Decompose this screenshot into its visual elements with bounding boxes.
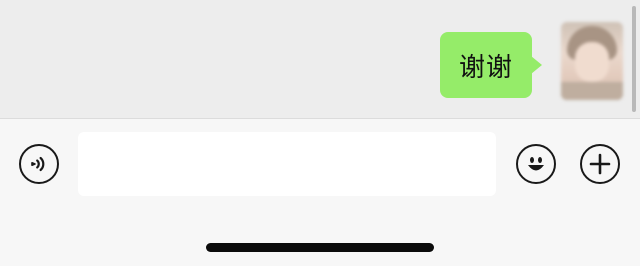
message-text: 谢谢 xyxy=(458,52,513,83)
emoji-icon xyxy=(528,157,544,171)
message-bubble[interactable]: 谢谢 xyxy=(440,32,532,98)
bubble-tail xyxy=(531,56,542,74)
avatar-shoulders xyxy=(561,82,623,100)
plus-icon xyxy=(589,153,611,175)
voice-button[interactable] xyxy=(19,144,59,184)
more-button[interactable] xyxy=(580,144,620,184)
home-indicator[interactable] xyxy=(206,243,434,252)
input-bar xyxy=(0,118,640,266)
scrollbar[interactable] xyxy=(632,6,636,112)
voice-icon xyxy=(31,156,45,172)
emoji-button[interactable] xyxy=(516,144,556,184)
chat-area: 谢谢 xyxy=(0,0,640,118)
avatar-face xyxy=(575,42,609,82)
message-input[interactable] xyxy=(78,132,496,196)
avatar[interactable] xyxy=(561,22,623,100)
